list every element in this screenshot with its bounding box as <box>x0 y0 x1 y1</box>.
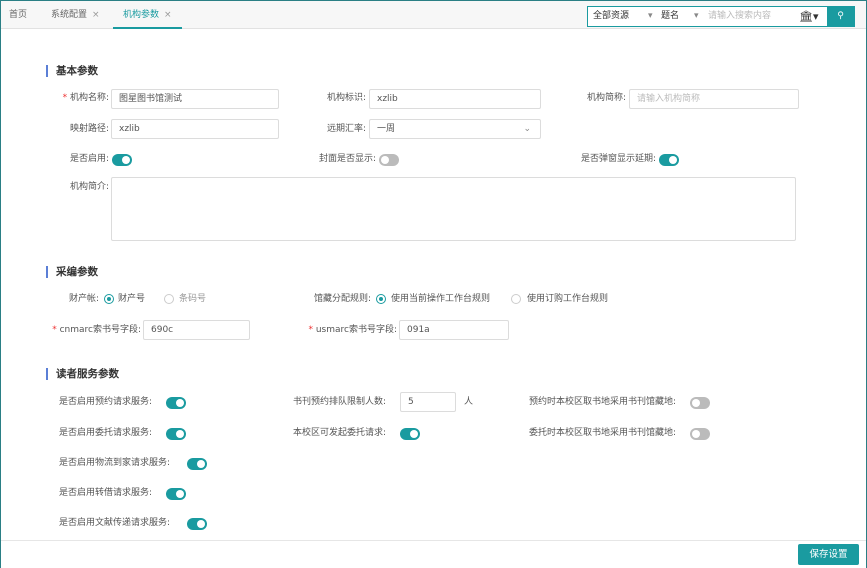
path-label: 映射路径: <box>69 124 109 134</box>
name-label: * 机构名称: <box>41 88 109 108</box>
campus-entrust-toggle[interactable] <box>400 428 420 440</box>
search-input[interactable]: 请输入搜索内容 <box>708 7 798 27</box>
entrust-loc-toggle[interactable] <box>690 428 710 440</box>
usmarc-label-text: usmarc索书号字段: <box>315 325 397 335</box>
rate-select[interactable]: 一周 ⌄ <box>369 119 541 139</box>
footer: 保存设置 <box>1 540 866 568</box>
intro-textarea[interactable] <box>111 177 796 241</box>
radio-label: 使用当前操作工作台规则 <box>391 294 491 304</box>
radio-label: 使用订购工作台规则 <box>527 294 609 304</box>
radio-asset-number[interactable] <box>104 294 114 304</box>
id-label: 机构标识: <box>326 93 366 103</box>
doc-label: 是否启用文献传递请求服务: <box>59 518 171 528</box>
org-id-input[interactable]: xzlib <box>369 89 541 109</box>
entrust-loc-label: 委托时本校区取书地采用书刊馆藏地: <box>529 428 677 438</box>
cover-toggle[interactable] <box>379 154 399 166</box>
chevron-down-icon: ⌄ <box>523 124 531 134</box>
entrust-toggle[interactable] <box>166 428 186 440</box>
rule-label: 馆藏分配规则: <box>313 294 371 304</box>
abbr-label: 机构简称: <box>586 93 626 103</box>
tab-home[interactable]: 首页 <box>9 1 27 29</box>
transfer-toggle[interactable] <box>166 488 186 500</box>
close-icon[interactable]: × <box>164 10 172 20</box>
radio-order-rule[interactable] <box>511 294 521 304</box>
rate-label: 远期汇率: <box>326 124 366 134</box>
search-bar: 全部资源 ▾ 题名 ▾ 请输入搜索内容 🏛▾ ⚲ <box>587 6 855 27</box>
required-mark: * <box>52 325 60 335</box>
path-input[interactable]: xzlib <box>111 119 279 139</box>
tab-system-config[interactable]: 系统配置 × <box>51 1 100 29</box>
cnmarc-label: * cnmarc索书号字段: <box>41 320 141 340</box>
chevron-down-icon: ▾ <box>648 11 653 21</box>
section-basic: 基本参数 <box>46 65 98 77</box>
close-icon[interactable]: × <box>92 10 100 20</box>
save-button[interactable]: 保存设置 <box>798 544 859 565</box>
required-mark: * <box>308 325 316 335</box>
popup-label: 是否弹窗显示延期: <box>580 154 656 164</box>
field-select[interactable]: 题名 <box>661 7 679 26</box>
radio-label: 条码号 <box>179 294 207 304</box>
cnmarc-label-text: cnmarc索书号字段: <box>59 325 141 335</box>
doc-toggle[interactable] <box>187 518 207 530</box>
reserve-toggle[interactable] <box>166 397 186 409</box>
logistics-toggle[interactable] <box>187 458 207 470</box>
campus-entrust-label: 本校区可发起委托请求: <box>293 428 387 438</box>
chevron-down-icon: ▾ <box>694 11 699 21</box>
tab-label: 系统配置 <box>51 10 88 20</box>
tab-label: 首页 <box>9 10 28 20</box>
queue-label: 书刊预约排队限制人数: <box>293 397 387 407</box>
popup-toggle[interactable] <box>659 154 679 166</box>
enabled-label: 是否启用: <box>69 154 109 164</box>
rate-value: 一周 <box>377 124 396 134</box>
tab-label: 机构参数 <box>123 10 160 20</box>
queue-unit: 人 <box>464 397 474 407</box>
asset-label: 财产帐: <box>68 294 99 304</box>
reserve-label: 是否启用预约请求服务: <box>59 397 153 407</box>
entrust-label: 是否启用委托请求服务: <box>59 428 153 438</box>
radio-current-rule[interactable] <box>376 294 386 304</box>
cnmarc-input[interactable]: 690c <box>143 320 250 340</box>
org-name-input[interactable]: 图星图书馆测试 <box>111 89 279 109</box>
reserve-loc-label: 预约时本校区取书地采用书刊馆藏地: <box>529 397 677 407</box>
search-button[interactable]: ⚲ <box>827 7 854 26</box>
transfer-label: 是否启用转借请求服务: <box>59 488 153 498</box>
required-mark: * <box>62 93 70 103</box>
tab-bar: 首页 系统配置 × 机构参数 × 全部资源 ▾ 题名 ▾ 请输入搜索内容 🏛▾ ⚲ <box>1 1 866 29</box>
cover-label: 封面是否显示: <box>318 154 376 164</box>
radio-label: 财产号 <box>118 294 146 304</box>
enabled-toggle[interactable] <box>112 154 132 166</box>
queue-input[interactable]: 5 <box>400 392 456 412</box>
radio-barcode[interactable] <box>164 294 174 304</box>
org-abbr-input[interactable]: 请输入机构简称 <box>629 89 799 109</box>
usmarc-input[interactable]: 091a <box>399 320 509 340</box>
section-acq: 采编参数 <box>46 266 98 278</box>
reserve-loc-toggle[interactable] <box>690 397 710 409</box>
search-icon: ⚲ <box>837 11 844 21</box>
intro-label: 机构简介: <box>69 182 109 192</box>
usmarc-label: * usmarc索书号字段: <box>291 320 397 340</box>
library-icon[interactable]: 🏛▾ <box>799 7 819 26</box>
logistics-label: 是否启用物流到家请求服务: <box>59 458 171 468</box>
tab-org-params[interactable]: 机构参数 × <box>113 1 182 29</box>
name-label-text: 机构名称: <box>69 93 109 103</box>
scope-select[interactable]: 全部资源 <box>593 7 629 26</box>
section-reader: 读者服务参数 <box>46 368 119 380</box>
